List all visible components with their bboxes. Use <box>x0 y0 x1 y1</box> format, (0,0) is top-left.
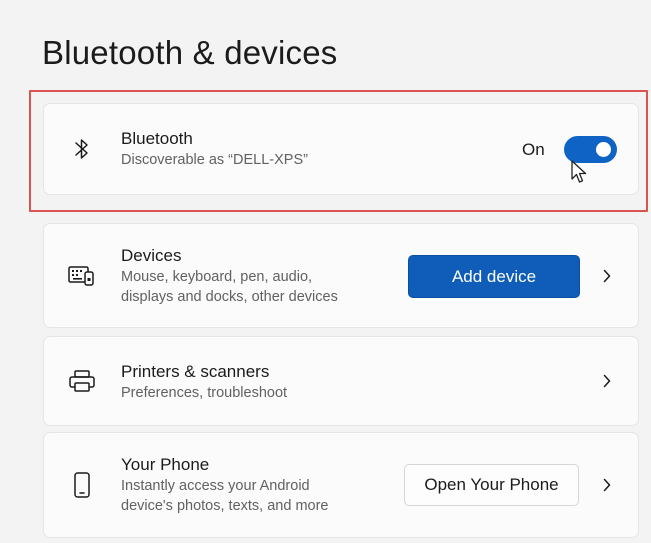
chevron-right-icon[interactable] <box>600 478 614 492</box>
printers-text: Printers & scanners Preferences, trouble… <box>121 361 287 403</box>
devices-subtitle-line1: Mouse, keyboard, pen, audio, <box>121 269 313 285</box>
settings-page: Bluetooth & devices Bluetooth Discoverab… <box>0 0 651 543</box>
printers-title: Printers & scanners <box>121 362 270 381</box>
phone-text: Your Phone Instantly access your Android… <box>121 454 329 516</box>
devices-text: Devices Mouse, keyboard, pen, audio, dis… <box>121 245 338 307</box>
open-your-phone-button[interactable]: Open Your Phone <box>404 464 579 506</box>
page-title: Bluetooth & devices <box>42 34 338 71</box>
printers-card[interactable]: Printers & scanners Preferences, trouble… <box>43 336 639 426</box>
devices-card[interactable]: Devices Mouse, keyboard, pen, audio, dis… <box>43 223 639 328</box>
chevron-right-icon[interactable] <box>600 374 614 388</box>
highlight-box <box>29 90 648 212</box>
devices-icon <box>66 260 98 292</box>
phone-subtitle-line2: device's photos, texts, and more <box>121 498 329 514</box>
phone-subtitle-line1: Instantly access your Android <box>121 478 310 494</box>
printer-icon <box>66 365 98 397</box>
your-phone-card[interactable]: Your Phone Instantly access your Android… <box>43 432 639 538</box>
phone-title: Your Phone <box>121 455 210 474</box>
chevron-right-icon[interactable] <box>600 269 614 283</box>
devices-subtitle-line2: displays and docks, other devices <box>121 289 338 305</box>
add-device-button[interactable]: Add device <box>408 255 580 298</box>
devices-title: Devices <box>121 246 182 265</box>
printers-subtitle: Preferences, troubleshoot <box>121 385 288 401</box>
phone-icon <box>66 469 98 501</box>
